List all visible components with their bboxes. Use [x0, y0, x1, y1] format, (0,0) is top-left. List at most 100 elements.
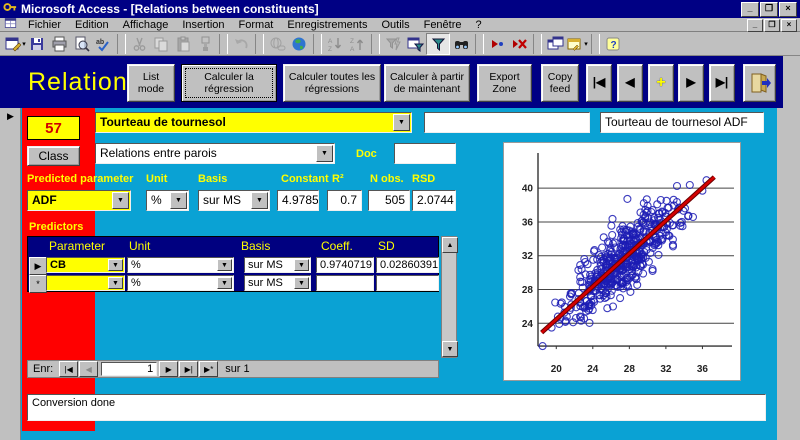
rsd-field[interactable]: 2.0744	[412, 190, 456, 211]
menu-item-enregistrements[interactable]: Enregistrements	[280, 19, 374, 31]
predictor-row: *▼%▼sur MS▼	[28, 274, 438, 292]
record-number-field[interactable]: 57	[27, 116, 80, 140]
filter-by-form-icon[interactable]	[404, 34, 426, 54]
chevron-down-icon[interactable]: ▼	[217, 259, 232, 271]
doc-minimize-button[interactable]: _	[747, 19, 763, 32]
predictor-basis-combo[interactable]: sur MS▼	[244, 275, 311, 291]
minimize-button[interactable]: _	[741, 2, 759, 17]
record-selector-bar[interactable]	[0, 108, 21, 440]
chevron-down-icon[interactable]: ▼	[393, 114, 410, 131]
close-button[interactable]: ×	[779, 2, 797, 17]
menu-item-?[interactable]: ?	[469, 19, 489, 31]
previous-record-button[interactable]: ◀	[79, 361, 98, 377]
chevron-down-icon[interactable]: ▼	[108, 277, 123, 289]
predictors-scrollbar[interactable]: ▲ ▼	[441, 236, 457, 358]
row-selector[interactable]: ▶	[29, 257, 47, 275]
predicted-parameter-combo[interactable]: ADF ▼	[27, 190, 131, 211]
predictor-basis-combo[interactable]: sur MS▼	[244, 257, 311, 273]
exit-button[interactable]	[743, 64, 776, 102]
chevron-down-icon[interactable]: ▼	[112, 192, 129, 209]
predictor-parameter-combo[interactable]: CB▼	[46, 257, 125, 273]
apply-filter-icon[interactable]	[426, 33, 450, 55]
predictor-sd-field[interactable]: 0.02860391	[376, 257, 439, 273]
chevron-down-icon[interactable]: ▼	[294, 259, 309, 271]
database-window-icon[interactable]	[544, 34, 566, 54]
first-record-button[interactable]: |◀	[586, 64, 612, 102]
predicted-basis-combo[interactable]: sur MS ▼	[198, 190, 270, 211]
predictor-sd-field[interactable]	[376, 275, 439, 291]
new-object-icon[interactable]: ▾	[566, 34, 588, 54]
calc-regression-button[interactable]: Calculer la régression	[181, 64, 277, 102]
doc-close-button[interactable]: ×	[781, 19, 797, 32]
predicted-unit-combo[interactable]: % ▼	[146, 190, 189, 211]
calc-from-now-button[interactable]: Calculer à partir de maintenant	[384, 64, 470, 102]
menu-item-format[interactable]: Format	[232, 19, 281, 31]
scroll-up-icon[interactable]: ▲	[442, 237, 458, 253]
status-message-box[interactable]: Conversion done	[27, 394, 766, 421]
predictor-coeff-field[interactable]: 0.9740719	[316, 257, 374, 273]
copy-icon	[150, 34, 172, 54]
menu-item-edition[interactable]: Edition	[68, 19, 116, 31]
menu-item-fentre[interactable]: Fenêtre	[417, 19, 469, 31]
web-toolbar-icon[interactable]	[288, 34, 310, 54]
chevron-down-icon[interactable]: ▼	[251, 192, 268, 209]
last-record-button[interactable]: ▶|	[179, 361, 198, 377]
copy-feed-button[interactable]: Copy feed	[541, 64, 579, 102]
feed-extra-field[interactable]	[424, 112, 590, 133]
predictor-unit-combo[interactable]: %▼	[127, 275, 234, 291]
predictors-table-header: ParameterUnitBasisCoeff.SD	[28, 237, 438, 256]
find-icon[interactable]	[450, 34, 472, 54]
predictor-parameter-combo[interactable]: ▼	[46, 275, 125, 291]
relation-type-combo[interactable]: Relations entre parois ▼	[95, 143, 335, 164]
next-record-button[interactable]: ▶	[678, 64, 704, 102]
predictor-unit-combo[interactable]: %▼	[127, 257, 234, 273]
help-icon[interactable]: ?	[602, 34, 624, 54]
calc-all-regressions-button[interactable]: Calculer toutes les régressions	[283, 64, 381, 102]
svg-text:32: 32	[522, 251, 534, 262]
restore-button[interactable]: ❐	[760, 2, 778, 17]
column-header-basis: Basis	[241, 239, 270, 253]
first-record-button[interactable]: |◀	[59, 361, 78, 377]
list-mode-button[interactable]: List mode	[127, 64, 175, 102]
predictor-coeff-field[interactable]	[316, 275, 374, 291]
print-icon[interactable]	[48, 34, 70, 54]
feed-name-adf-field[interactable]: Tourteau de tournesol ADF	[600, 112, 764, 133]
scroll-down-icon[interactable]: ▼	[442, 341, 458, 357]
new-record-button[interactable]: ▶*	[199, 361, 218, 377]
insert-hyperlink-icon	[266, 34, 288, 54]
constant-field[interactable]: 4.9785	[277, 190, 319, 211]
feed-combo[interactable]: Tourteau de tournesol ▼	[95, 112, 412, 133]
n-obs-field[interactable]: 505	[368, 190, 410, 211]
form-system-icon[interactable]	[4, 16, 17, 34]
chevron-down-icon[interactable]: ▼	[108, 259, 123, 271]
record-number-input[interactable]: 1	[101, 362, 157, 376]
last-record-button[interactable]: ▶|	[709, 64, 735, 102]
previous-record-button[interactable]: ◀	[617, 64, 643, 102]
chevron-down-icon[interactable]: ▼	[170, 192, 187, 209]
spelling-icon[interactable]: ab	[92, 34, 114, 54]
next-record-button[interactable]: ▶	[159, 361, 178, 377]
chevron-down-icon[interactable]: ▼	[217, 277, 232, 289]
toolbar-separator	[255, 34, 264, 54]
cut-icon	[128, 34, 150, 54]
window-title: Microsoft Access - [Relations between co…	[21, 2, 319, 16]
delete-record-icon[interactable]	[508, 34, 530, 54]
form-header: Relations List modeCalculer la régressio…	[0, 56, 783, 108]
doc-field[interactable]	[394, 143, 456, 164]
menu-item-insertion[interactable]: Insertion	[175, 19, 231, 31]
chevron-down-icon[interactable]: ▼	[316, 145, 333, 162]
menu-item-outils[interactable]: Outils	[374, 19, 416, 31]
class-button[interactable]: Class	[27, 146, 80, 166]
save-icon[interactable]	[26, 34, 48, 54]
row-selector[interactable]: *	[29, 275, 47, 293]
export-zone-button[interactable]: Export Zone	[477, 64, 532, 102]
doc-restore-button[interactable]: ❐	[764, 19, 780, 32]
r2-field[interactable]: 0.7	[327, 190, 362, 211]
menu-item-fichier[interactable]: Fichier	[21, 19, 68, 31]
menu-item-affichage[interactable]: Affichage	[116, 19, 176, 31]
print-preview-icon[interactable]	[70, 34, 92, 54]
form-view-icon[interactable]: ▾	[4, 34, 26, 54]
new-record-icon[interactable]	[486, 34, 508, 54]
chevron-down-icon[interactable]: ▼	[294, 277, 309, 289]
add-record-button[interactable]: +	[648, 64, 674, 102]
